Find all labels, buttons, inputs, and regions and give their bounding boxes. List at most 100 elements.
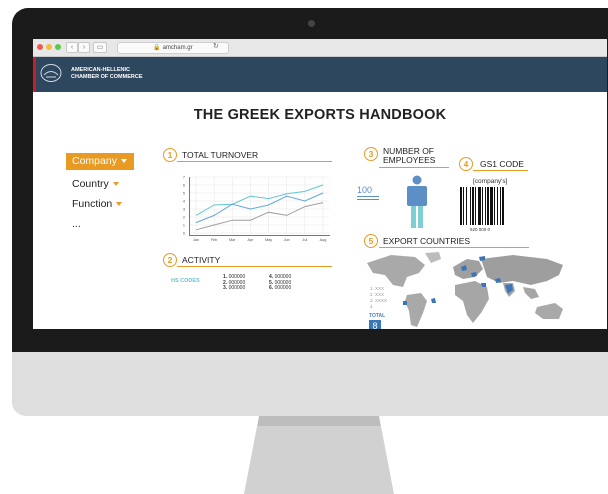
chart-x-tick-label: Jun bbox=[284, 238, 290, 242]
barcode-bar bbox=[490, 187, 493, 225]
section-number-5: 5 bbox=[364, 234, 378, 248]
barcode-bar bbox=[475, 187, 476, 225]
hs-codes-column-2: 4. 000000 5. 000000 6. 000000 bbox=[269, 274, 292, 292]
chart-x-tick-label: Jan bbox=[193, 238, 199, 242]
filter-function-button[interactable]: Function bbox=[72, 198, 123, 210]
gs1-company-placeholder: [company's] bbox=[473, 178, 508, 185]
barcode-bar bbox=[487, 187, 489, 225]
close-window-button[interactable] bbox=[37, 44, 43, 50]
barcode-bar bbox=[478, 187, 481, 225]
chart-y-tick-label: 1 bbox=[183, 224, 185, 228]
section-number-3: 3 bbox=[364, 147, 378, 161]
barcode-bar bbox=[502, 187, 504, 225]
hs-code-index: 3. bbox=[223, 285, 228, 291]
employee-count-underline bbox=[357, 199, 379, 200]
barcode-bar bbox=[482, 187, 483, 225]
hs-code-item: 3. 000000 bbox=[223, 285, 246, 292]
section-title-employees: NUMBER OF EMPLOYEES bbox=[383, 147, 435, 165]
filter-more-item[interactable]: ... bbox=[72, 218, 81, 230]
sidebar-toggle-button[interactable]: ▭ bbox=[93, 42, 107, 53]
barcode-bar bbox=[497, 187, 498, 225]
filter-company-label: Company bbox=[72, 155, 117, 167]
header-accent-bar bbox=[33, 57, 36, 92]
employee-count: 100 bbox=[357, 185, 373, 195]
section-title-gs1: GS1 CODE bbox=[480, 159, 524, 169]
hs-code-item: 6. 000000 bbox=[269, 285, 292, 292]
export-total-value: 8 bbox=[369, 320, 381, 329]
chamber-logo-icon[interactable] bbox=[40, 63, 62, 83]
section-title-turnover: TOTAL TURNOVER bbox=[182, 150, 259, 160]
export-legend-item: 2. XXX bbox=[370, 292, 385, 297]
minimize-window-button[interactable] bbox=[46, 44, 52, 50]
lock-icon: 🔒 bbox=[153, 45, 161, 51]
chart-y-tick-label: 7 bbox=[183, 176, 185, 180]
back-button[interactable]: ‹ bbox=[66, 42, 78, 53]
maximize-window-button[interactable] bbox=[55, 44, 61, 50]
hs-codes-column-1: 1. 000000 2. 000000 3. 000000 bbox=[223, 274, 246, 292]
screen: ‹ › ▭ 🔒 amcham.gr ↻ AMERICAN-HELLENIC CH… bbox=[33, 39, 607, 329]
world-map bbox=[367, 252, 563, 327]
filter-country-label: Country bbox=[72, 178, 109, 190]
chart-series-line-1 bbox=[195, 184, 324, 216]
reload-icon[interactable]: ↻ bbox=[213, 42, 219, 52]
monitor-chin bbox=[12, 352, 608, 416]
address-text: amcham.gr bbox=[162, 45, 193, 51]
barcode-bar bbox=[466, 187, 467, 225]
export-legend-item: 3. XXXX bbox=[370, 298, 388, 303]
barcode-bar bbox=[472, 187, 474, 225]
chart-y-tick-label: 5 bbox=[183, 192, 185, 196]
section-title-employees-line-2: EMPLOYEES bbox=[383, 155, 436, 165]
barcode-icon bbox=[460, 187, 504, 225]
barcode-bar bbox=[500, 187, 501, 225]
organization-name-line-2: CHAMBER OF COMMERCE bbox=[71, 74, 143, 80]
hs-code-value: 000000 bbox=[228, 285, 246, 291]
chevron-left-icon: ‹ bbox=[70, 44, 74, 51]
section-divider bbox=[473, 170, 528, 171]
page-title: THE GREEK EXPORTS HANDBOOK bbox=[193, 107, 447, 123]
section-title-activity: ACTIVITY bbox=[182, 255, 221, 265]
chart-y-tick-label: 4 bbox=[183, 200, 185, 204]
hs-codes-label: HS CODES bbox=[171, 278, 200, 284]
chart-x-tick-label: Mar bbox=[229, 238, 236, 242]
chart-x-tick-label: May bbox=[265, 238, 272, 242]
hs-code-value: 000000 bbox=[274, 285, 292, 291]
sidebar-icon: ▭ bbox=[96, 44, 104, 51]
section-divider bbox=[177, 266, 332, 267]
chevron-down-icon bbox=[120, 159, 127, 164]
export-legend-item: 4. bbox=[370, 304, 374, 309]
barcode-bar bbox=[470, 187, 471, 225]
section-title-export: EXPORT COUNTRIES bbox=[383, 236, 471, 246]
organization-name: AMERICAN-HELLENIC CHAMBER OF COMMERCE bbox=[71, 67, 191, 81]
hs-code-index: 6. bbox=[269, 285, 274, 291]
chart-x-tick-label: Aug bbox=[320, 238, 327, 242]
chart-y-tick-label: 6 bbox=[183, 184, 185, 188]
chevron-down-icon bbox=[116, 202, 123, 207]
monitor-stand bbox=[244, 416, 394, 494]
chart-x-tick-label: Feb bbox=[211, 238, 218, 242]
webcam bbox=[308, 20, 315, 27]
chart-y-tick-label: 0 bbox=[183, 232, 185, 236]
organization-name-line-1: AMERICAN-HELLENIC bbox=[71, 67, 130, 73]
chart-y-tick-label: 3 bbox=[183, 208, 185, 212]
barcode-bar bbox=[494, 187, 495, 225]
section-number-1: 1 bbox=[163, 148, 177, 162]
chart-y-tick-label: 2 bbox=[183, 216, 185, 220]
section-divider bbox=[379, 247, 529, 248]
filter-function-label: Function bbox=[72, 198, 113, 210]
turnover-chart: 7 6 5 4 3 2 1 0 Jan Feb Mar Apr May Jun Jul Aug bbox=[183, 176, 329, 242]
export-legend-item: 1. XXX bbox=[370, 286, 385, 291]
forward-button[interactable]: › bbox=[78, 42, 90, 53]
section-number-2: 2 bbox=[163, 253, 177, 267]
filter-company-button[interactable]: Company bbox=[66, 153, 134, 170]
barcode-bar bbox=[463, 187, 464, 225]
section-divider bbox=[177, 161, 332, 162]
person-icon bbox=[407, 175, 427, 228]
filter-country-button[interactable]: Country bbox=[72, 178, 119, 190]
monitor-stand-shadow bbox=[257, 416, 381, 426]
barcode-bar bbox=[460, 187, 462, 225]
export-total-label: TOTAL bbox=[369, 313, 386, 319]
section-number-4: 4 bbox=[459, 157, 473, 171]
chevron-down-icon bbox=[112, 182, 119, 187]
chart-x-tick-label: Apr bbox=[247, 238, 254, 242]
employee-count-underline bbox=[357, 196, 379, 197]
